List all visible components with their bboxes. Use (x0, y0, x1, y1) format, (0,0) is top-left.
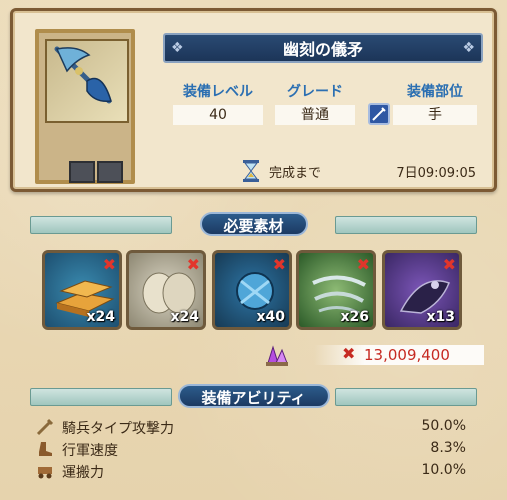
ability-name: 騎兵タイプ攻撃力 (62, 421, 174, 437)
material-slot[interactable]: ✖ x40 (212, 250, 292, 330)
completion-timer: 完成まで 7日09:09:05 (241, 159, 491, 183)
stat-equip-slot: 装備部位 手 (393, 81, 477, 125)
gem-slot[interactable] (97, 161, 123, 183)
completion-label: 完成まで (269, 166, 322, 181)
header-decoration (30, 388, 172, 406)
cart-icon (38, 467, 52, 479)
material-slot[interactable]: ✖ x24 (42, 250, 122, 330)
header-decoration (335, 216, 477, 234)
item-name-banner: ❖ 幽刻の儀矛 ❖ (163, 33, 483, 63)
ability-name: 運搬力 (62, 465, 104, 481)
hand-slot-icon (368, 103, 390, 125)
materials-section-header: 必要素材 (30, 212, 477, 236)
purple-crystal-icon (266, 345, 288, 366)
item-portrait-frame (35, 29, 135, 184)
stat-grade: グレード 普通 (275, 81, 355, 125)
material-slot[interactable]: ✖ x13 (382, 250, 462, 330)
material-quantity: x40 (256, 309, 285, 325)
stat-label: 装備レベル (183, 84, 253, 100)
missing-x-icon: ✖ (102, 255, 116, 274)
stat-value: 普通 (275, 105, 355, 125)
ability-value: 8.3% (430, 440, 466, 456)
gem-slot[interactable] (69, 161, 95, 183)
ability-value: 50.0% (421, 418, 466, 434)
completion-time: 7日09:09:05 (396, 166, 476, 181)
header-decoration (335, 388, 477, 406)
ability-name: 行軍速度 (62, 443, 118, 459)
material-quantity: x13 (426, 309, 455, 325)
ability-row: 運搬力 10.0% (36, 462, 476, 482)
item-detail-card: ❖ 幽刻の儀矛 ❖ 装備レベル 40 グレード 普通 装備部位 手 完成まで 7… (10, 8, 497, 192)
ornament-icon: ❖ (171, 40, 184, 56)
stat-label: グレード (287, 84, 343, 100)
item-name: 幽刻の儀矛 (282, 40, 363, 59)
stat-value: 40 (173, 105, 263, 125)
boot-icon (39, 442, 52, 456)
material-quantity: x24 (170, 309, 199, 325)
ability-value: 10.0% (421, 462, 466, 478)
ability-row: 騎兵タイプ攻撃力 50.0% (36, 418, 476, 438)
hourglass-icon (243, 160, 259, 182)
sword-icon (36, 418, 54, 436)
ornament-icon: ❖ (462, 40, 475, 56)
stat-label: 装備部位 (407, 84, 463, 100)
missing-x-icon: ✖ (272, 255, 286, 274)
spear-icon (45, 39, 129, 123)
insufficient-x-icon: ✖ (342, 344, 356, 363)
section-title: 装備アビリティ (177, 384, 330, 408)
material-slot[interactable]: ✖ x24 (126, 250, 206, 330)
material-quantity: x24 (86, 309, 115, 325)
abilities-section-header: 装備アビリティ (30, 384, 477, 408)
crystal-cost: ✖ 13,009,400 (264, 343, 484, 367)
missing-x-icon: ✖ (186, 255, 200, 274)
section-title: 必要素材 (199, 212, 308, 236)
cost-value: 13,009,400 (364, 346, 450, 364)
header-decoration (30, 216, 172, 234)
missing-x-icon: ✖ (442, 255, 456, 274)
missing-x-icon: ✖ (356, 255, 370, 274)
ability-row: 行軍速度 8.3% (36, 440, 476, 460)
stat-value: 手 (393, 105, 477, 125)
stat-equip-level: 装備レベル 40 (173, 81, 263, 125)
material-quantity: x26 (340, 309, 369, 325)
material-slot[interactable]: ✖ x26 (296, 250, 376, 330)
